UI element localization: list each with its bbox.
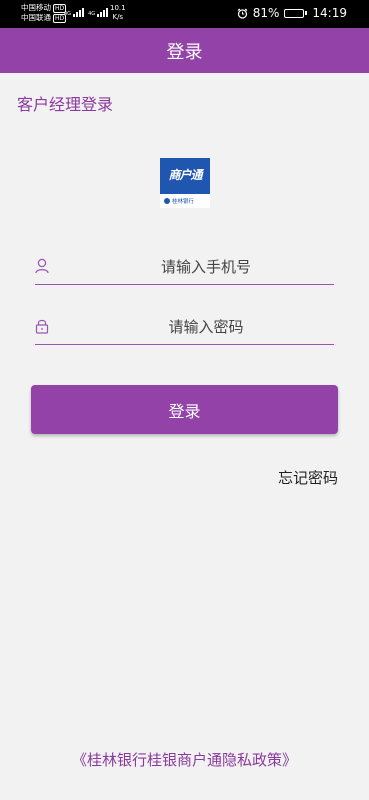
bank-emblem-icon <box>164 198 170 204</box>
carrier-info: 中国移动 HD 中国联通 HD <box>21 3 67 23</box>
network-speed-unit: K/s <box>112 13 124 21</box>
carrier-row-2: 中国联通 HD <box>21 13 67 23</box>
phone-field <box>35 250 334 285</box>
user-icon <box>35 258 49 274</box>
app-bar: 登录 <box>0 28 369 73</box>
alarm-icon <box>237 8 248 19</box>
carrier-row-1: 中国移动 HD <box>21 3 67 13</box>
network-speed: 10.1 K/s <box>110 4 126 22</box>
signal-icon-2: 4G <box>88 8 109 17</box>
section-title: 客户经理登录 <box>17 95 114 114</box>
password-input[interactable] <box>75 314 331 340</box>
logo-bank-name: 桂林银行 <box>172 199 195 205</box>
login-button[interactable]: 登录 <box>31 385 338 434</box>
battery-percent: 81% <box>252 6 280 20</box>
login-button-label: 登录 <box>168 401 201 421</box>
page-title: 登录 <box>166 41 203 63</box>
forgot-password-link[interactable]: 忘记密码 <box>278 467 338 488</box>
lock-icon <box>35 318 49 334</box>
phone-input[interactable] <box>75 254 331 280</box>
carrier-2-label: 中国联通 <box>21 13 51 22</box>
logo-product-name: 商户通 <box>168 168 202 182</box>
app-logo: 商户通 桂林银行 <box>160 158 210 208</box>
network-type-label: 4G <box>64 11 72 17</box>
network-type-label: 4G <box>88 11 96 17</box>
status-right: 81% 14:19 <box>237 6 347 20</box>
privacy-policy-link[interactable]: 《桂林银行桂银商户通隐私政策》 <box>0 749 369 770</box>
logo-bank: 桂林银行 <box>164 197 210 205</box>
network-speed-value: 10.1 <box>110 4 126 12</box>
carrier-1-label: 中国移动 <box>21 3 51 12</box>
signal-icon-1: 4G <box>64 8 85 17</box>
signal-strength-icon: 4G 4G <box>64 8 109 17</box>
status-bar: 中国移动 HD 中国联通 HD 4G 4G 10.1 K/s 81% 14:19 <box>0 0 369 28</box>
battery-icon <box>284 8 308 18</box>
clock: 14:19 <box>312 6 347 20</box>
password-field <box>35 310 334 345</box>
